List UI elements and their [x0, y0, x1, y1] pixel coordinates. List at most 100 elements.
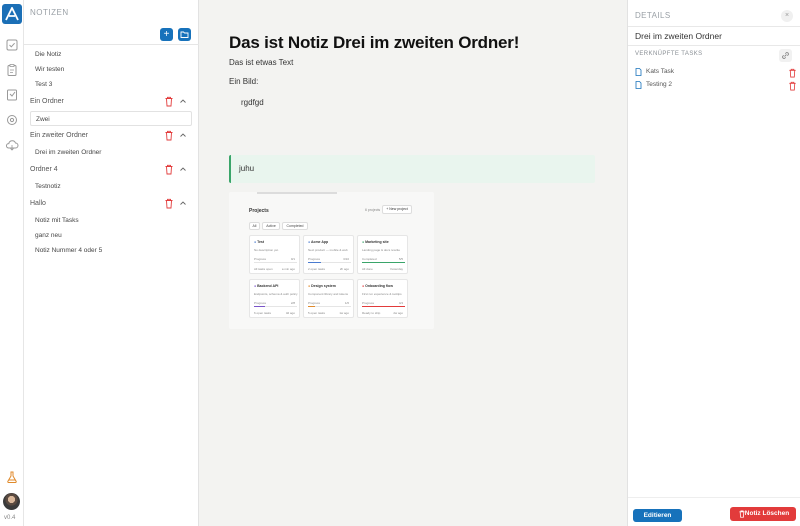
- card-age: 1w ago: [339, 311, 349, 315]
- card-progress-value: 4/4: [398, 301, 403, 305]
- note-item[interactable]: Zwei: [30, 111, 192, 126]
- card-title: ● Marketing site: [362, 240, 389, 244]
- document-icon: [635, 81, 642, 89]
- note-item[interactable]: ganz neu: [24, 228, 199, 243]
- cloud-icon[interactable]: [5, 138, 19, 152]
- card-title: ● Backend API: [254, 284, 279, 288]
- note-callout: juhu: [229, 155, 595, 183]
- card-progress-label: Progress: [362, 301, 375, 305]
- chevron-up-icon[interactable]: [179, 199, 187, 207]
- card-progress-fill: [362, 306, 405, 307]
- plus-icon: +: [163, 29, 170, 40]
- folder-ein-ordner[interactable]: Ein Ordner: [24, 92, 199, 111]
- note-item[interactable]: Notiz Nummer 4 oder 5: [24, 243, 199, 258]
- close-button[interactable]: ×: [781, 10, 793, 22]
- folder-ein-zweiter-ordner[interactable]: Ein zweiter Ordner: [24, 126, 199, 145]
- trash-icon: [739, 510, 745, 518]
- shot-title: Projects: [249, 208, 269, 214]
- folder-label: Ordner 4: [30, 166, 58, 173]
- shot-count: 6 projects: [365, 208, 381, 212]
- card-progress-value: 3/10: [343, 257, 349, 261]
- shot-top-line: [257, 192, 337, 194]
- note-item[interactable]: Die Notiz: [24, 47, 199, 62]
- app-logo-icon[interactable]: [2, 4, 22, 24]
- card-footer: All tasks open: [254, 267, 273, 271]
- trash-icon[interactable]: [164, 198, 174, 209]
- note-content: Das ist Notiz Drei im zweiten Ordner! Da…: [200, 0, 627, 526]
- folder-label: Ein zweiter Ordner: [30, 132, 88, 139]
- trash-icon[interactable]: [164, 164, 174, 175]
- card-age: Yesterday: [389, 267, 403, 271]
- shot-project-card: ● Backend API Endpoints, schema & auth po…: [249, 279, 300, 318]
- shot-new-button: + New project: [382, 205, 412, 214]
- settings-icon[interactable]: [5, 113, 19, 127]
- chevron-up-icon[interactable]: [179, 97, 187, 105]
- card-progress-value: 1/6: [344, 301, 349, 305]
- delete-label: Notiz Löschen: [744, 510, 790, 517]
- card-desc: Next product — mobile & web: [308, 248, 348, 252]
- card-progress-label: Progress: [308, 301, 321, 305]
- link-task-button[interactable]: [779, 49, 792, 62]
- user-avatar[interactable]: [3, 493, 20, 510]
- linked-task-item[interactable]: Kats Task: [635, 66, 800, 78]
- chevron-up-icon[interactable]: [179, 131, 187, 139]
- card-progress-bar: [308, 262, 351, 263]
- note-item[interactable]: Test 3: [24, 77, 199, 92]
- card-progress-label: Completed: [362, 257, 377, 261]
- trash-icon[interactable]: [788, 68, 797, 78]
- details-panel: DETAILS × Drei im zweiten Ordner VERKNÜP…: [627, 0, 800, 526]
- card-progress-fill: [308, 262, 321, 263]
- folder-hallo[interactable]: Hallo: [24, 194, 199, 213]
- note-item[interactable]: Notiz mit Tasks: [24, 213, 199, 228]
- details-note-name: Drei im zweiten Ordner: [635, 31, 722, 41]
- tasks-icon[interactable]: [5, 38, 19, 52]
- note-item[interactable]: Testnotiz: [24, 179, 199, 194]
- document-icon: [635, 68, 642, 76]
- card-progress-bar: [362, 262, 405, 263]
- linked-task-item[interactable]: Testing 2: [635, 79, 800, 91]
- card-footer: 2 open tasks: [308, 267, 326, 271]
- card-desc: Component library and tokens: [308, 292, 349, 296]
- card-age: 2w ago: [393, 311, 403, 315]
- note-paragraph: Das ist etwas Text: [229, 58, 294, 67]
- shot-project-card: ● Test No description yet. Progress 0/1 All …: [249, 235, 300, 274]
- shot-project-card: ● Design system Component library and tok…: [303, 279, 354, 318]
- app-version: v0.4: [4, 515, 16, 521]
- note-item[interactable]: Wir testen: [24, 62, 199, 77]
- add-note-button[interactable]: +: [160, 28, 173, 41]
- card-age: 3d ago: [285, 311, 295, 315]
- folder-ordner-4[interactable]: Ordner 4: [24, 160, 199, 179]
- card-title: ● Test: [254, 240, 265, 244]
- card-footer: 5 open tasks: [308, 311, 326, 315]
- card-title: ● Onboarding flow: [362, 284, 393, 288]
- notes-icon[interactable]: [5, 88, 19, 102]
- notes-sidebar: NOTIZEN + Die Notiz Wir testen Test 3 Ei…: [24, 0, 199, 526]
- edit-button[interactable]: Editieren: [633, 509, 682, 522]
- shot-filter: All: [249, 222, 260, 230]
- clipboard-icon[interactable]: [5, 63, 19, 77]
- folder-label: Ein Ordner: [30, 98, 64, 105]
- card-progress-value: 0/1: [290, 257, 295, 261]
- shot-project-card: ● Onboarding flow First run experience & …: [357, 279, 408, 318]
- note-paragraph: Ein Bild:: [229, 77, 259, 86]
- note-title: Das ist Notiz Drei im zweiten Ordner!: [229, 33, 520, 52]
- flask-icon[interactable]: [5, 470, 19, 484]
- card-progress-label: Progress: [254, 257, 267, 261]
- card-progress-fill: [308, 306, 315, 307]
- delete-note-button[interactable]: Notiz Löschen: [730, 507, 796, 521]
- trash-icon[interactable]: [788, 81, 797, 91]
- card-footer: All done: [362, 267, 373, 271]
- card-progress-value: 5/5: [398, 257, 403, 261]
- card-title: ● Design system: [308, 284, 336, 288]
- note-indented-text: rgdfgd: [241, 98, 264, 107]
- trash-icon[interactable]: [164, 130, 174, 141]
- add-folder-button[interactable]: [178, 28, 191, 41]
- task-label: Kats Task: [646, 68, 675, 75]
- card-desc: First run experience & tooltips: [362, 292, 402, 296]
- details-divider: [628, 26, 800, 27]
- card-footer: 6 open tasks: [254, 311, 272, 315]
- trash-icon[interactable]: [164, 96, 174, 107]
- note-item[interactable]: Drei im zweiten Ordner: [24, 145, 199, 160]
- chevron-up-icon[interactable]: [179, 165, 187, 173]
- details-title: DETAILS: [635, 11, 671, 20]
